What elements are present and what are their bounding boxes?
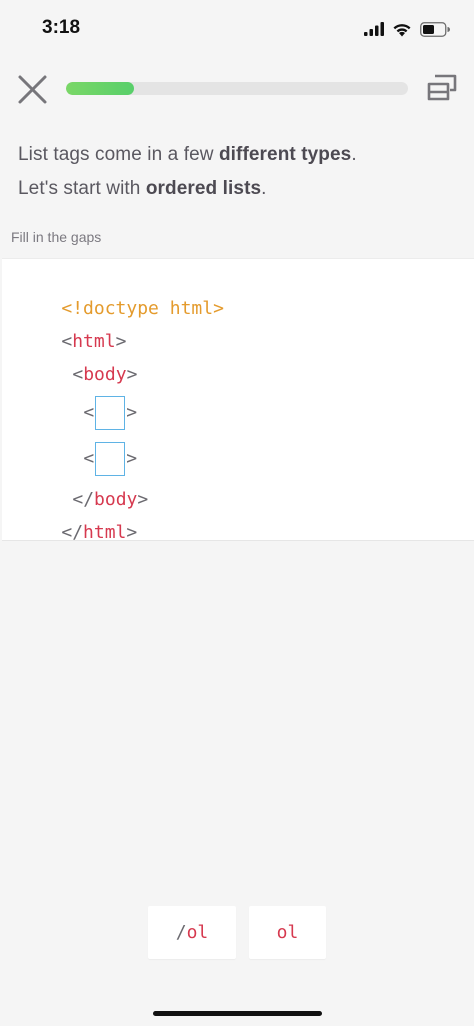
- status-time: 3:18: [42, 17, 81, 38]
- status-bar: 3:18: [0, 0, 474, 58]
- wifi-icon: [393, 23, 411, 36]
- answer-option-ol[interactable]: ol: [249, 906, 326, 959]
- status-icons: [364, 18, 450, 40]
- signal-icon: [364, 22, 384, 36]
- exercise-hint: Fill in the gaps: [11, 229, 102, 245]
- glossary-button[interactable]: [426, 73, 458, 103]
- close-icon: [18, 75, 47, 104]
- lesson-progress-fill: [66, 82, 135, 95]
- lesson-progress-bar: [66, 82, 408, 95]
- instruction-emphasis: different types: [218, 144, 352, 165]
- code-line-html-close: </html>: [61, 522, 138, 543]
- lesson-instruction: List tags come in a few different types.…: [18, 138, 458, 206]
- instruction-line-2: Let's start with ordered lists.: [18, 178, 267, 199]
- battery-icon: [420, 21, 450, 37]
- answer-option-slash-ol[interactable]: / ol: [148, 906, 236, 959]
- instruction-line-1: List tags come in a few different types.: [18, 144, 357, 165]
- glossary-icon: [427, 74, 457, 101]
- home-indicator: [153, 1011, 322, 1016]
- instruction-emphasis: ordered lists: [145, 178, 262, 199]
- code-editor: <!doctype html> <html> <body> < > < > </bo…: [2, 258, 474, 543]
- close-button[interactable]: [16, 74, 48, 106]
